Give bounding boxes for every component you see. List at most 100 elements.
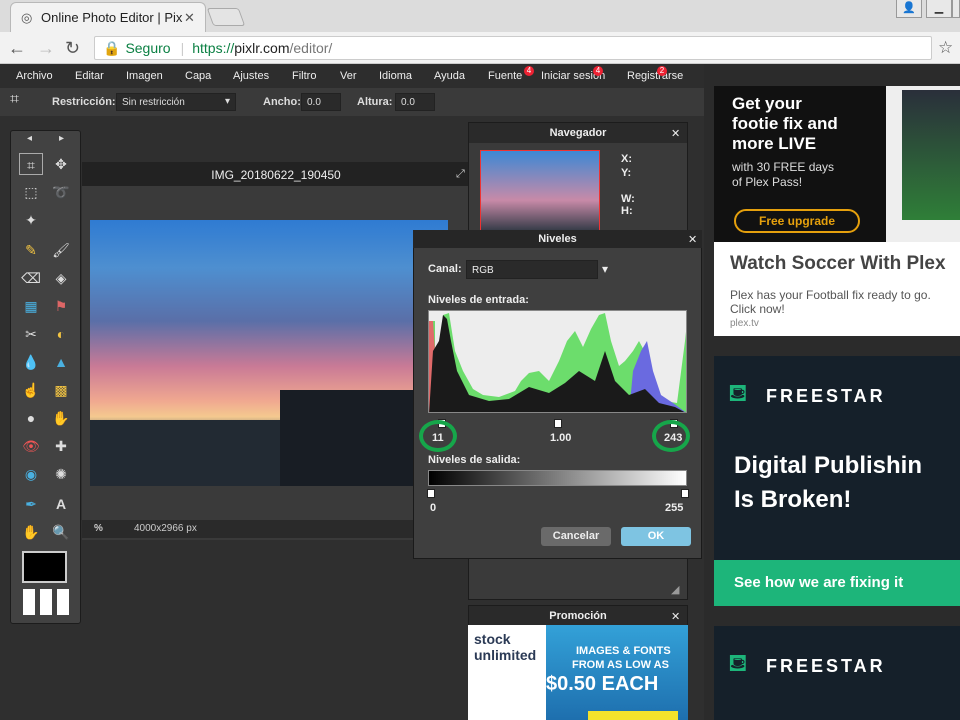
navigator-thumbnail[interactable]: [480, 150, 600, 234]
input-black-value[interactable]: 11: [432, 432, 444, 444]
browser-tab[interactable]: ◎ Online Photo Editor | Pix: [10, 2, 206, 32]
promo-brand: stock unlimited: [474, 631, 537, 663]
minimize-icon[interactable]: ▁: [926, 0, 952, 18]
bookmark-star-icon[interactable]: ☆: [938, 38, 953, 58]
forward-icon[interactable]: →: [37, 38, 55, 59]
ok-button[interactable]: OK: [621, 527, 691, 546]
menu-register[interactable]: Registrarse: [627, 70, 683, 82]
freestar-brand: FREESTAR: [766, 656, 886, 676]
output-black-value[interactable]: 0: [430, 502, 436, 514]
move-tool-icon[interactable]: ✥: [49, 153, 73, 175]
freestar-cta-button[interactable]: See how we are fixing it: [714, 560, 960, 606]
arrow-left-icon[interactable]: ◂: [27, 133, 32, 144]
menu-archivo[interactable]: Archivo: [16, 70, 53, 82]
output-gradient: [428, 470, 687, 486]
hand-tool-icon[interactable]: ✋: [19, 521, 43, 543]
bucket-tool-icon[interactable]: ◈: [49, 267, 73, 289]
close-icon[interactable]: ✕: [671, 610, 680, 623]
resize-handle-icon[interactable]: ◢: [671, 583, 679, 596]
freestar-line1: Digital Publishin: [734, 452, 923, 479]
brush-tool-icon[interactable]: 🖌: [49, 239, 73, 261]
spot-heal-tool-icon[interactable]: ✚: [49, 435, 73, 457]
height-label: Altura:: [357, 96, 393, 108]
pixlr-favicon-icon: ◎: [21, 10, 33, 25]
type-tool-icon[interactable]: A: [49, 493, 73, 515]
blur-tool-icon[interactable]: 💧: [19, 351, 43, 373]
gradient-tool-icon[interactable]: ▦: [19, 295, 43, 317]
promotion-ad[interactable]: stock unlimited IMAGES & FONTS FROM AS L…: [468, 625, 688, 720]
tab-close-icon[interactable]: ✕: [184, 10, 195, 26]
new-tab-button[interactable]: [206, 8, 246, 26]
zoom-tool-icon[interactable]: 🔍: [49, 521, 73, 543]
grid-icon[interactable]: [23, 589, 69, 615]
input-gamma-value[interactable]: 1.00: [550, 432, 571, 444]
photo-canvas[interactable]: [90, 220, 448, 486]
output-black-slider[interactable]: [427, 489, 435, 498]
burn-tool-icon[interactable]: ✋: [49, 407, 73, 429]
expand-icon[interactable]: ⤢: [456, 168, 465, 181]
menu-editar[interactable]: Editar: [75, 70, 104, 82]
red-eye-tool-icon[interactable]: 👁: [19, 435, 43, 457]
promo-cta[interactable]: [588, 711, 678, 720]
maximize-icon[interactable]: [952, 0, 960, 18]
pencil-tool-icon[interactable]: ✎: [19, 239, 43, 261]
close-icon[interactable]: ✕: [688, 233, 697, 246]
document-title: IMG_20180622_190450: [82, 162, 470, 186]
output-white-slider[interactable]: [681, 489, 689, 498]
freestar-ad-2[interactable]: ⛾ FREESTAR: [714, 626, 960, 720]
eyedropper-tool-icon[interactable]: ✒: [19, 493, 43, 515]
profile-icon[interactable]: 👤: [896, 0, 922, 18]
menu-fuente[interactable]: Fuente: [488, 70, 522, 82]
color-replace-tool-icon[interactable]: ✂: [19, 323, 43, 345]
arrow-right-icon[interactable]: ▸: [59, 133, 64, 144]
document-status-bar: % 4000x2966 px: [82, 520, 470, 538]
channel-select[interactable]: RGB: [466, 260, 598, 279]
menu-ajustes[interactable]: Ajustes: [233, 70, 269, 82]
reload-icon[interactable]: ↻: [65, 38, 80, 59]
menu-ver[interactable]: Ver: [340, 70, 357, 82]
height-input[interactable]: 0.0: [395, 93, 435, 111]
pinch-tool-icon[interactable]: ✺: [49, 463, 73, 485]
nav-x-label: X:: [621, 153, 632, 165]
restriction-select[interactable]: Sin restricción ▾: [116, 93, 236, 111]
restriction-label: Restricción:: [52, 96, 116, 108]
chevron-down-icon[interactable]: ▾: [602, 262, 608, 276]
marquee-tool-icon[interactable]: ⬚: [19, 181, 43, 203]
plex-headline3: more LIVE: [732, 134, 817, 153]
drawing-tool-icon[interactable]: ◐: [49, 323, 73, 345]
zoom-value[interactable]: %: [94, 523, 103, 534]
city-silhouette: [90, 420, 280, 486]
menu-filtro[interactable]: Filtro: [292, 70, 316, 82]
close-icon[interactable]: ✕: [671, 127, 680, 140]
notification-badge: 4: [593, 66, 603, 76]
plex-cta-button[interactable]: Free upgrade: [734, 209, 860, 233]
width-input[interactable]: 0.0: [301, 93, 341, 111]
sharpen-tool-icon[interactable]: ▲: [49, 351, 73, 373]
output-white-value[interactable]: 255: [665, 502, 683, 514]
dodge-tool-icon[interactable]: ●: [19, 407, 43, 429]
color-swatch[interactable]: [22, 551, 67, 583]
eraser-tool-icon[interactable]: ⌫: [19, 267, 43, 289]
lasso-tool-icon[interactable]: ➰: [49, 181, 73, 203]
menu-imagen[interactable]: Imagen: [126, 70, 163, 82]
wand-tool-icon[interactable]: ✦: [19, 209, 43, 231]
freestar-ad[interactable]: ⛾ FREESTAR Digital Publishin Is Broken! …: [714, 356, 960, 606]
crop-tool-icon[interactable]: ⌗: [19, 153, 43, 175]
input-gamma-slider[interactable]: [554, 419, 562, 428]
input-white-value[interactable]: 243: [664, 432, 682, 444]
cancel-button[interactable]: Cancelar: [541, 527, 611, 546]
tab-title: Online Photo Editor | Pix: [41, 10, 183, 25]
url-input[interactable]: 🔒 Seguro | https://pixlr.com/editor/: [94, 36, 932, 60]
smudge-tool-icon[interactable]: ☝: [19, 379, 43, 401]
chevron-down-icon: ▾: [224, 96, 230, 107]
plex-tablet-image: [886, 86, 960, 242]
promotion-title: Promoción: [469, 606, 687, 626]
plex-body1: Plex has your Football fix ready to go.: [730, 288, 931, 302]
menu-idioma[interactable]: Idioma: [379, 70, 412, 82]
stamp-tool-icon[interactable]: ⚑: [49, 295, 73, 317]
menu-ayuda[interactable]: Ayuda: [434, 70, 465, 82]
sponge-tool-icon[interactable]: ▩: [49, 379, 73, 401]
back-icon[interactable]: ←: [8, 38, 26, 59]
menu-capa[interactable]: Capa: [185, 70, 211, 82]
bloat-tool-icon[interactable]: ◉: [19, 463, 43, 485]
